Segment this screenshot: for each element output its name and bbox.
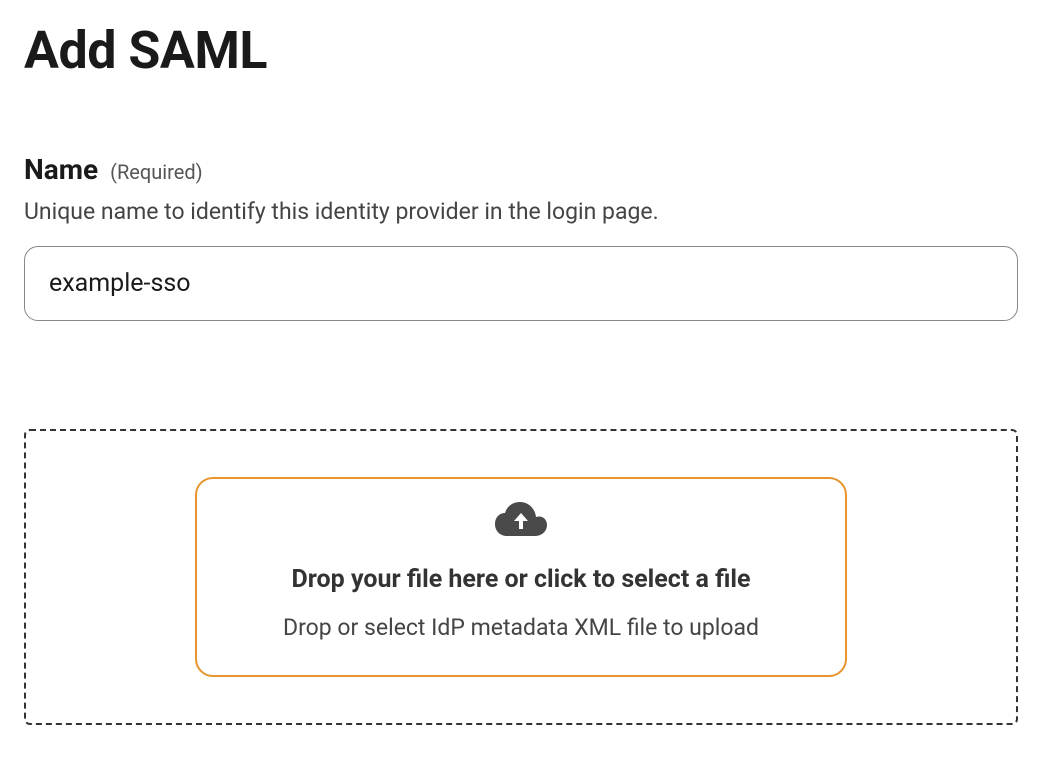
- name-label-row: Name (Required): [24, 153, 1018, 186]
- name-help-text: Unique name to identify this identity pr…: [24, 196, 1018, 228]
- dropzone-title: Drop your file here or click to select a…: [292, 565, 751, 594]
- name-required-indicator: (Required): [110, 160, 202, 184]
- cloud-upload-icon: [495, 499, 547, 543]
- file-dropzone[interactable]: Drop your file here or click to select a…: [24, 429, 1018, 725]
- dropzone-subtitle: Drop or select IdP metadata XML file to …: [283, 614, 759, 641]
- name-input[interactable]: [24, 246, 1018, 321]
- name-label: Name: [24, 153, 98, 186]
- page-title: Add SAML: [24, 20, 1018, 81]
- name-field-group: Name (Required) Unique name to identify …: [24, 153, 1018, 321]
- file-dropzone-inner[interactable]: Drop your file here or click to select a…: [195, 477, 847, 677]
